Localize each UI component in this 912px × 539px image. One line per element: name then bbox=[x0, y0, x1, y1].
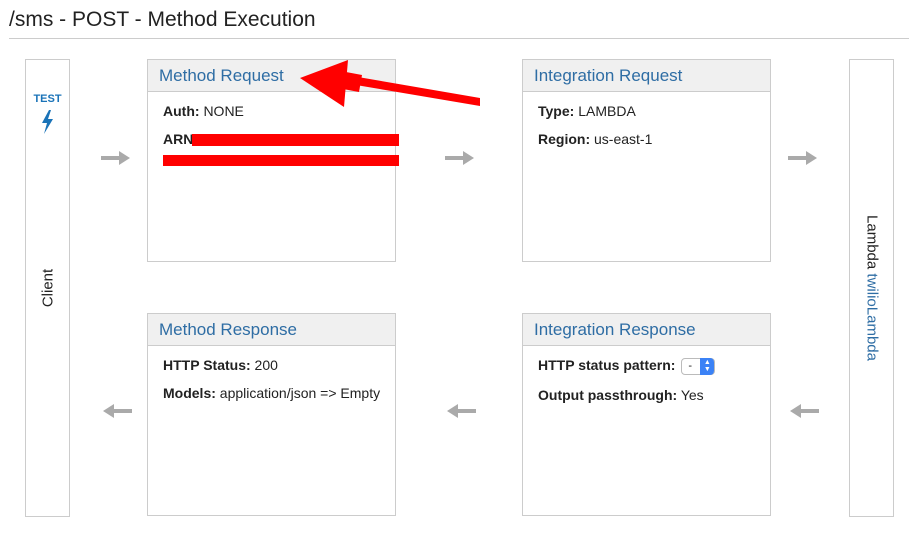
page-title: /sms - POST - Method Execution bbox=[9, 8, 316, 31]
region-label: Region: bbox=[538, 131, 591, 147]
passthrough-label: Output passthrough: bbox=[538, 386, 678, 403]
integration-response-title[interactable]: Integration Response bbox=[523, 314, 770, 346]
lambda-prefix: Lambda bbox=[863, 215, 880, 270]
type-value: LAMBDA bbox=[578, 103, 636, 119]
status-pattern-row: HTTP status pattern: - ▲ ▼ bbox=[538, 357, 755, 375]
passthrough-value: Yes bbox=[680, 386, 704, 403]
client-label: Client bbox=[39, 268, 56, 308]
models-row: Models: application/json => Empty bbox=[163, 385, 380, 401]
type-row: Type: LAMBDA bbox=[538, 103, 755, 119]
auth-label: Auth: bbox=[163, 103, 200, 119]
integration-request-title[interactable]: Integration Request bbox=[523, 60, 770, 92]
method-response-box: Method Response HTTP Status: 200 Models:… bbox=[147, 313, 396, 516]
http-status-row: HTTP Status: 200 bbox=[163, 357, 380, 373]
status-pattern-select[interactable]: - ▲ ▼ bbox=[681, 357, 716, 375]
title-divider bbox=[9, 38, 909, 39]
method-response-title[interactable]: Method Response bbox=[148, 314, 395, 346]
region-row: Region: us-east-1 bbox=[538, 131, 755, 147]
integration-request-box: Integration Request Type: LAMBDA Region:… bbox=[522, 59, 771, 262]
arrow-right-icon bbox=[445, 151, 474, 165]
arn-label: ARN bbox=[163, 131, 194, 147]
bolt-icon[interactable] bbox=[39, 110, 56, 134]
arrow-left-icon bbox=[790, 404, 819, 418]
arrow-right-icon bbox=[788, 151, 817, 165]
lambda-panel: Lambda twilioLambda bbox=[849, 59, 894, 517]
arrow-left-icon bbox=[447, 404, 476, 418]
models-label: Models: bbox=[163, 385, 216, 401]
auth-value: NONE bbox=[203, 103, 244, 119]
arn-redaction-line-1 bbox=[192, 134, 399, 146]
http-status-label: HTTP Status: bbox=[163, 357, 251, 373]
arrow-left-icon bbox=[103, 404, 132, 418]
red-pointer-arrow bbox=[300, 60, 480, 107]
http-status-value: 200 bbox=[254, 357, 278, 373]
models-value: application/json => Empty bbox=[219, 385, 381, 401]
client-panel: TEST Client bbox=[25, 59, 70, 517]
lambda-function-link[interactable]: twilioLambda bbox=[863, 273, 880, 361]
test-link[interactable]: TEST bbox=[26, 93, 69, 105]
status-pattern-label: HTTP status pattern: bbox=[538, 357, 676, 373]
region-value: us-east-1 bbox=[594, 131, 653, 147]
arrow-right-icon bbox=[101, 151, 130, 165]
type-label: Type: bbox=[538, 103, 575, 119]
chevron-updown-icon: ▲ ▼ bbox=[700, 357, 715, 375]
integration-response-box: Integration Response HTTP status pattern… bbox=[522, 313, 771, 516]
lambda-target: Lambda twilioLambda bbox=[863, 215, 880, 361]
arn-redaction-line-2 bbox=[163, 155, 399, 166]
status-pattern-value: - bbox=[688, 359, 692, 372]
passthrough-row: Output passthrough: Yes bbox=[538, 387, 755, 403]
